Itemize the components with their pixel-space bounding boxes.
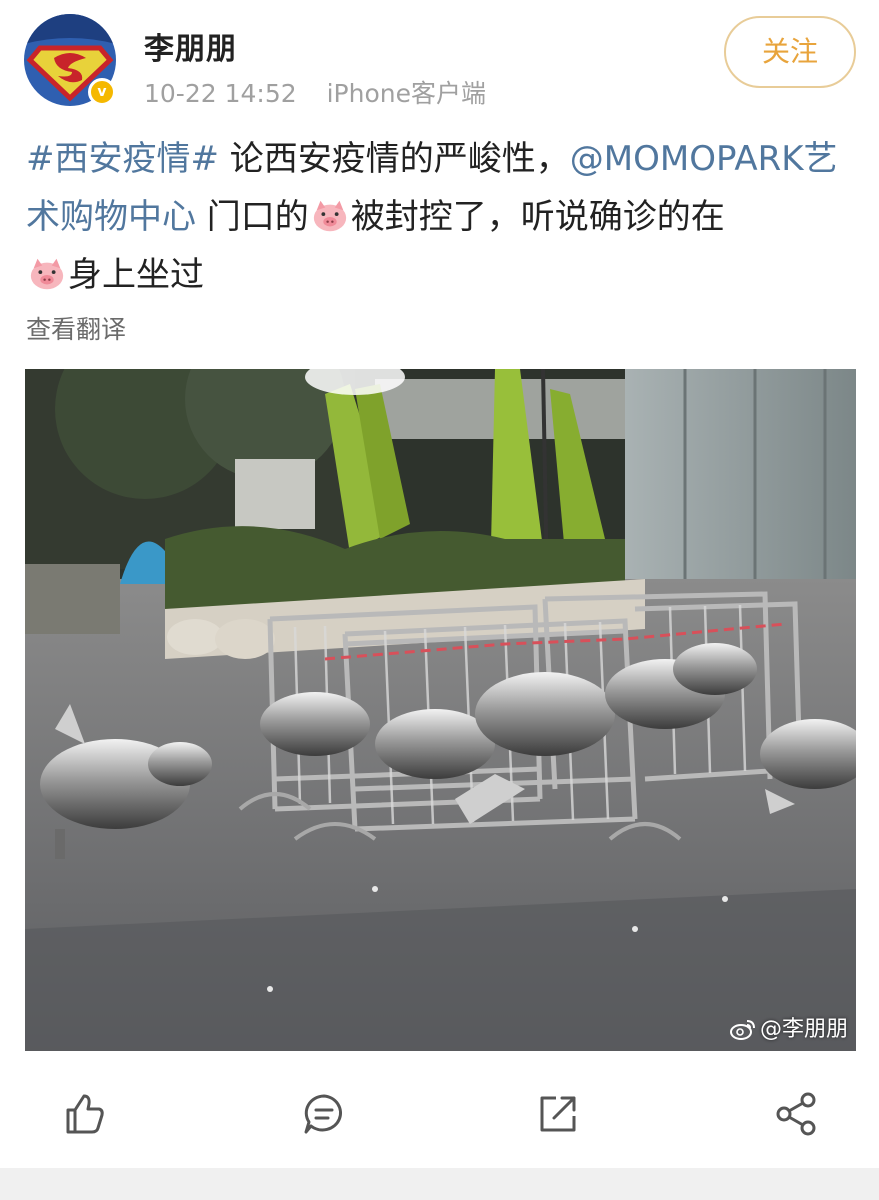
share-icon[interactable] [772, 1090, 820, 1138]
comment-icon[interactable] [300, 1090, 348, 1138]
watermark-text: @李朋朋 [759, 1017, 848, 1042]
thumbs-up-icon[interactable] [60, 1090, 108, 1138]
pig-emoji-icon [313, 200, 346, 232]
forward-icon[interactable] [534, 1090, 582, 1138]
post-time: 10-22 14:52 [144, 79, 297, 108]
post-text-segment: 门口的 [196, 197, 309, 237]
follow-button[interactable]: 关注 [724, 16, 856, 88]
post-header: v 李朋朋 10-22 14:52 iPhone客户端 关注 [0, 0, 879, 120]
weibo-logo-icon [729, 1020, 755, 1040]
translate-link[interactable]: 查看翻译 [26, 310, 126, 346]
post-meta: 10-22 14:52 iPhone客户端 [144, 74, 486, 110]
bottom-divider [0, 1168, 879, 1200]
post-text-segment: 身上坐过 [68, 255, 204, 295]
username[interactable]: 李朋朋 [144, 24, 237, 68]
photo-watermark: @李朋朋 [729, 1011, 848, 1043]
hashtag-link[interactable]: #西安疫情# [26, 139, 219, 179]
post-body: #西安疫情# 论西安疫情的严峻性，@MOMOPARK艺术购物中心 门口的 被封控… [26, 130, 856, 304]
action-bar [0, 1070, 879, 1160]
photo-scene [25, 369, 856, 1051]
post-text-segment: 被封控了，听说确诊的在 [350, 197, 725, 237]
post-source: iPhone客户端 [326, 79, 486, 108]
pig-emoji-icon [30, 258, 64, 290]
verified-badge-icon: v [88, 78, 116, 106]
post-text-segment: 论西安疫情的严峻性， [218, 139, 570, 179]
post-photo[interactable]: @李朋朋 [25, 369, 856, 1051]
